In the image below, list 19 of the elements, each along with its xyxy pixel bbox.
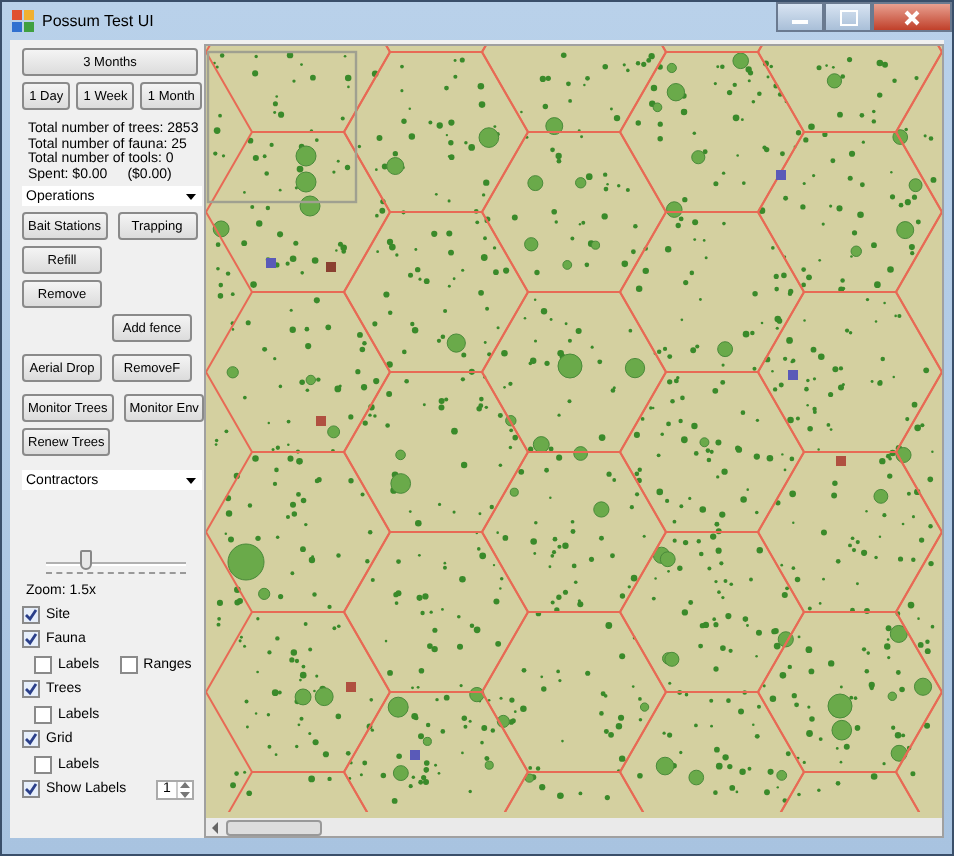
checkmark-icon <box>24 732 38 747</box>
minimize-button[interactable] <box>776 2 824 32</box>
scrollbar-thumb[interactable] <box>226 819 323 835</box>
close-button[interactable] <box>872 2 952 32</box>
checkmark-icon <box>24 782 38 797</box>
spinner-arrows-icon <box>180 781 191 798</box>
app-icon <box>12 10 34 32</box>
window-title: Possum Test UI <box>42 12 154 30</box>
dropdown-caret-icon <box>186 193 196 199</box>
maximize-button[interactable] <box>824 2 872 32</box>
horizontal-scrollbar[interactable] <box>206 818 943 836</box>
checkmark-icon <box>24 682 38 697</box>
zoom-slider[interactable] <box>46 550 186 578</box>
slider-thumb[interactable] <box>79 550 92 570</box>
close-icon <box>904 9 920 25</box>
viewport-rectangle[interactable] <box>207 50 359 204</box>
scroll-left-icon <box>210 821 221 833</box>
maximize-icon <box>839 9 857 25</box>
dropdown-caret-icon <box>186 477 196 483</box>
